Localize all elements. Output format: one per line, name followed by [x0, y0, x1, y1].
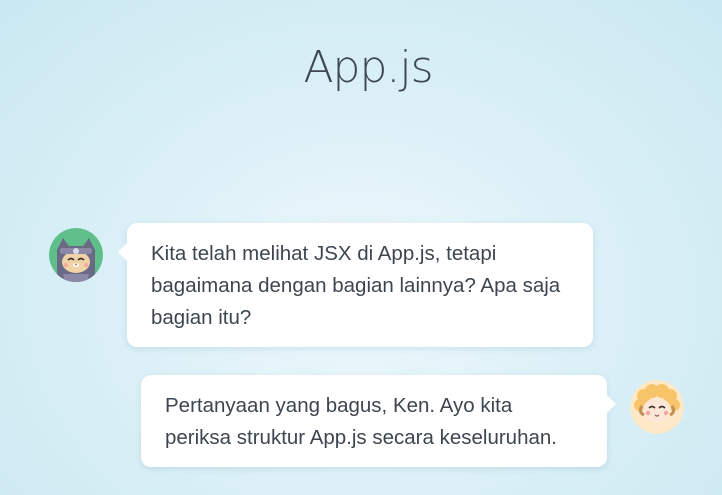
message-text: Kita telah melihat JSX di App.js, tetapi… [151, 242, 561, 329]
message-text: Pertanyaan yang bagus, Ken. Ayo kita per… [165, 394, 557, 449]
message-bubble-right: Pertanyaan yang bagus, Ken. Ayo kita per… [141, 375, 616, 467]
message-bubble-left: Kita telah melihat JSX di App.js, tetapi… [118, 223, 593, 347]
bubble-tail [118, 242, 138, 262]
cat-ninja-avatar-icon [49, 228, 103, 282]
sheep-avatar-icon [630, 380, 684, 434]
bubble-tail [596, 394, 616, 414]
page-title: App.js [303, 42, 433, 93]
